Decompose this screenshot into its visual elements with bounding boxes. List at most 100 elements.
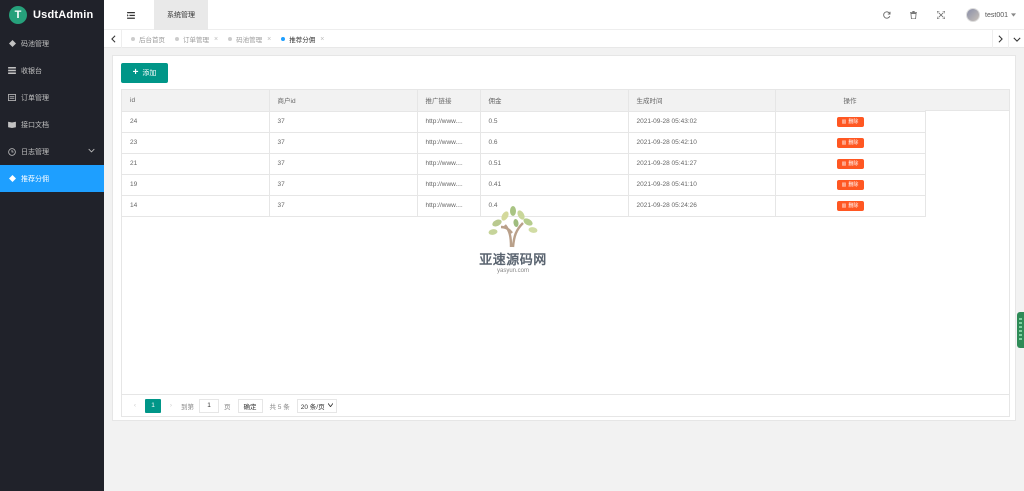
- prev-page-icon[interactable]: ‹: [128, 402, 142, 409]
- tabs-dropdown-icon[interactable]: [1008, 30, 1024, 48]
- diamond-icon: [8, 40, 16, 48]
- delete-label: 删除: [848, 119, 859, 125]
- add-button[interactable]: + 添加: [121, 63, 168, 83]
- sidebar-item-api-docs[interactable]: 接口文档: [0, 111, 104, 138]
- column-header-id[interactable]: id: [122, 90, 270, 112]
- tabs-prev-icon[interactable]: [106, 30, 122, 48]
- sidebar-item-orders[interactable]: 订单管理: [0, 84, 104, 111]
- doc-icon: [8, 94, 16, 102]
- column-header-link[interactable]: 推广链接: [417, 90, 481, 112]
- tabs-next-icon[interactable]: [992, 30, 1008, 48]
- sidebar-menu: 码池管理 收银台 订单管理 接口文档 日志管理 推荐分佣: [0, 30, 104, 192]
- sidebar-item-cashier[interactable]: 收银台: [0, 57, 104, 84]
- goto-label: 到第: [181, 403, 194, 411]
- page-input[interactable]: [199, 398, 219, 413]
- column-header-actions: 操作: [775, 90, 926, 112]
- cell-commission: 0.51: [480, 153, 629, 175]
- cell-time: 2021-09-28 05:41:27: [628, 153, 776, 175]
- page-tabs-bar: 后台首页 订单管理 × 码池管理 × 推荐分佣 ×: [104, 30, 1024, 48]
- cell-id: 14: [122, 195, 270, 217]
- sidebar-item-label: 收银台: [21, 67, 42, 75]
- book-icon: [8, 121, 16, 129]
- sidebar-item-label: 推荐分佣: [21, 175, 49, 183]
- scroll-handle[interactable]: [1017, 312, 1024, 348]
- table-row: 19 37 http://www.... 0.41 2021-09-28 05:…: [122, 174, 926, 196]
- fullscreen-icon[interactable]: [934, 0, 948, 30]
- delete-button[interactable]: ▥ 删除: [836, 179, 864, 190]
- tab-label: 订单管理: [183, 37, 209, 44]
- tab-dot: [228, 37, 233, 41]
- data-table: id 商户id 推广链接 佣金 生成时间 操作 24 37 http://www…: [121, 89, 1010, 395]
- clock-icon: [8, 147, 16, 156]
- column-header-commission[interactable]: 佣金: [480, 90, 629, 112]
- table-header-filler: [925, 90, 1009, 111]
- system-management-tab[interactable]: 系统管理: [154, 0, 208, 30]
- table-row: 24 37 http://www.... 0.5 2021-09-28 05:4…: [122, 111, 926, 133]
- delete-button[interactable]: ▥ 删除: [836, 137, 864, 148]
- cell-merchant-id: 37: [269, 153, 418, 175]
- cell-actions: ▥ 删除: [775, 153, 926, 175]
- close-icon[interactable]: ×: [267, 36, 271, 43]
- confirm-button[interactable]: 确定: [237, 398, 263, 413]
- cell-id: 23: [122, 132, 270, 154]
- delete-label: 删除: [848, 203, 859, 209]
- logo[interactable]: T UsdtAdmin: [0, 0, 104, 30]
- delete-button[interactable]: ▥ 删除: [836, 116, 864, 127]
- username: test001: [985, 11, 1008, 19]
- cell-time: 2021-09-28 05:41:10: [628, 174, 776, 196]
- column-header-time[interactable]: 生成时间: [628, 90, 776, 112]
- cell-merchant-id: 37: [269, 195, 418, 217]
- close-icon[interactable]: ×: [320, 36, 324, 43]
- page-current[interactable]: 1: [145, 398, 161, 413]
- watermark-text: 亚速源码网: [479, 252, 547, 267]
- trash-icon: ▥: [841, 139, 847, 146]
- delete-button[interactable]: ▥ 删除: [836, 158, 864, 169]
- page-size-value: 20 条/页: [300, 403, 325, 411]
- chevron-down-icon: [88, 148, 95, 155]
- watermark: 亚速源码网 yasyun.com: [472, 203, 554, 274]
- close-icon[interactable]: ×: [214, 36, 218, 43]
- refresh-icon[interactable]: [880, 0, 894, 30]
- menu-toggle-icon[interactable]: [118, 0, 144, 30]
- sidebar-item-referral[interactable]: 推荐分佣: [0, 165, 104, 192]
- tree-logo-icon: [488, 206, 538, 248]
- content-card: + 添加 id 商户id 推广链接 佣金 生成时间 操作 24 37 http:…: [112, 55, 1016, 421]
- cell-id: 19: [122, 174, 270, 196]
- cell-commission: 0.5: [480, 111, 629, 133]
- tab-referral[interactable]: 推荐分佣 ×: [276, 30, 329, 48]
- column-header-merchant-id[interactable]: 商户id: [269, 90, 418, 112]
- delete-label: 删除: [848, 140, 859, 146]
- trash-icon[interactable]: [906, 0, 920, 30]
- cell-commission: 0.41: [480, 174, 629, 196]
- cell-merchant-id: 37: [269, 132, 418, 154]
- page-size-select[interactable]: 20 条/页: [296, 398, 337, 413]
- delete-button[interactable]: ▥ 删除: [836, 200, 864, 211]
- sidebar-item-code-pool[interactable]: 码池管理: [0, 30, 104, 57]
- cell-merchant-id: 37: [269, 111, 418, 133]
- watermark-subtext: yasyun.com: [496, 268, 529, 274]
- table-row: 23 37 http://www.... 0.6 2021-09-28 05:4…: [122, 132, 926, 154]
- user-menu[interactable]: test001: [966, 6, 1016, 24]
- total-count: 共 5 条: [269, 403, 290, 411]
- tab-dot: [175, 37, 179, 41]
- sidebar-item-label: 订单管理: [21, 94, 49, 102]
- list-icon: [8, 67, 16, 75]
- page-suffix: 页: [224, 403, 231, 411]
- sidebar-item-label: 日志管理: [21, 148, 49, 156]
- delete-label: 删除: [848, 182, 859, 188]
- cell-id: 21: [122, 153, 270, 175]
- cell-actions: ▥ 删除: [775, 111, 926, 133]
- trash-icon: ▥: [841, 181, 847, 188]
- top-header: 系统管理 test001: [104, 0, 1024, 30]
- sidebar-item-logs[interactable]: 日志管理: [0, 138, 104, 165]
- add-button-label: 添加: [142, 70, 157, 77]
- delete-label: 删除: [848, 161, 859, 167]
- cell-actions: ▥ 删除: [775, 174, 926, 196]
- tab-code-pool[interactable]: 码池管理 ×: [223, 30, 276, 48]
- cell-id: 24: [122, 111, 270, 133]
- next-page-icon[interactable]: ›: [164, 402, 178, 409]
- table-header-row: id 商户id 推广链接 佣金 生成时间 操作: [122, 90, 926, 112]
- tab-orders[interactable]: 订单管理 ×: [170, 30, 223, 48]
- pagination: ‹ 1 › 到第 页 确定 共 5 条 20 条/页: [121, 395, 1010, 417]
- tab-dashboard[interactable]: 后台首页: [126, 30, 170, 48]
